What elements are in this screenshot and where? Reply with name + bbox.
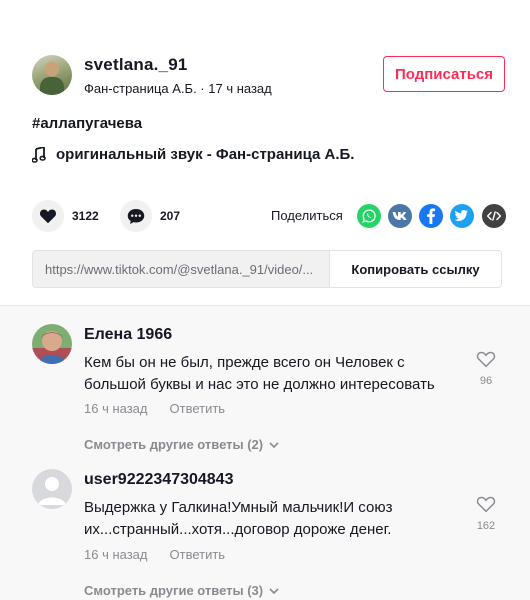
comment-text: Кем бы он не был, прежде всего он Челове… — [84, 354, 435, 393]
view-more-replies-label: Смотреть другие ответы (3) — [84, 583, 264, 598]
copy-link-button[interactable]: Копировать ссылку — [329, 251, 501, 287]
comment-like-count: 96 — [479, 375, 493, 387]
share-link-box: https://www.tiktok.com/@svetlana._91/vid… — [32, 250, 502, 288]
comment-author[interactable]: Елена 1966 — [84, 326, 172, 344]
comment-action[interactable]: 207 — [120, 200, 180, 232]
music-title: оригинальный звук - Фан-страница А.Б. — [56, 146, 355, 163]
comment-icon — [127, 208, 145, 224]
heart-icon — [39, 209, 57, 224]
action-bar: 3122 207 Поделиться — [32, 200, 506, 232]
post-header: svetlana._91 Фан-страница А.Б. · 17 ч на… — [0, 0, 530, 305]
facebook-icon[interactable] — [419, 204, 443, 228]
comments-section: Елена 1966 Кем бы он не был, прежде всег… — [0, 305, 530, 600]
heart-outline-icon — [476, 496, 496, 513]
music-link[interactable]: оригинальный звук - Фан-страница А.Б. — [32, 146, 354, 163]
like-button[interactable] — [32, 200, 64, 232]
heart-outline-icon — [476, 351, 496, 368]
comment-time: 16 ч назад — [84, 401, 148, 416]
like-action[interactable]: 3122 — [32, 200, 99, 232]
twitter-icon[interactable] — [450, 204, 474, 228]
follow-button[interactable]: Подписаться — [383, 56, 505, 92]
comment-meta: 16 ч назад Ответить — [84, 547, 225, 562]
hashtag-link[interactable]: #аллапугачева — [32, 115, 142, 132]
like-count: 3122 — [72, 209, 99, 223]
chevron-down-icon — [269, 587, 279, 594]
view-more-replies[interactable]: Смотреть другие ответы (3) — [84, 583, 279, 598]
author-username[interactable]: svetlana._91 — [84, 55, 188, 75]
comment-button[interactable] — [120, 200, 152, 232]
reply-button[interactable]: Ответить — [170, 547, 226, 562]
view-more-replies[interactable]: Смотреть другие ответы (2) — [84, 437, 279, 452]
comment-like-count: 162 — [476, 520, 496, 532]
comment-like[interactable]: 96 — [474, 350, 498, 387]
share-label: Поделиться — [271, 208, 343, 223]
reply-button[interactable]: Ответить — [170, 401, 226, 416]
whatsapp-icon[interactable] — [357, 204, 381, 228]
comment-author[interactable]: user9222347304843 — [84, 471, 233, 489]
comment-meta: 16 ч назад Ответить — [84, 401, 225, 416]
share-link-url[interactable]: https://www.tiktok.com/@svetlana._91/vid… — [33, 251, 329, 287]
comment-text: Выдержка у Галкина!Умный мальчик!И союз … — [84, 499, 393, 538]
music-note-icon — [32, 146, 46, 163]
embed-icon[interactable] — [482, 204, 506, 228]
view-more-replies-label: Смотреть другие ответы (2) — [84, 437, 264, 452]
author-subline: Фан-страница А.Б. · 17 ч назад — [84, 81, 272, 96]
comment-like[interactable]: 162 — [474, 495, 498, 532]
comment-time: 16 ч назад — [84, 547, 148, 562]
chevron-down-icon — [269, 441, 279, 448]
vk-icon[interactable] — [388, 204, 412, 228]
comment-avatar[interactable] — [32, 324, 72, 364]
author-avatar[interactable] — [32, 55, 72, 95]
comment-avatar[interactable] — [32, 469, 72, 509]
comment-count: 207 — [160, 209, 181, 223]
